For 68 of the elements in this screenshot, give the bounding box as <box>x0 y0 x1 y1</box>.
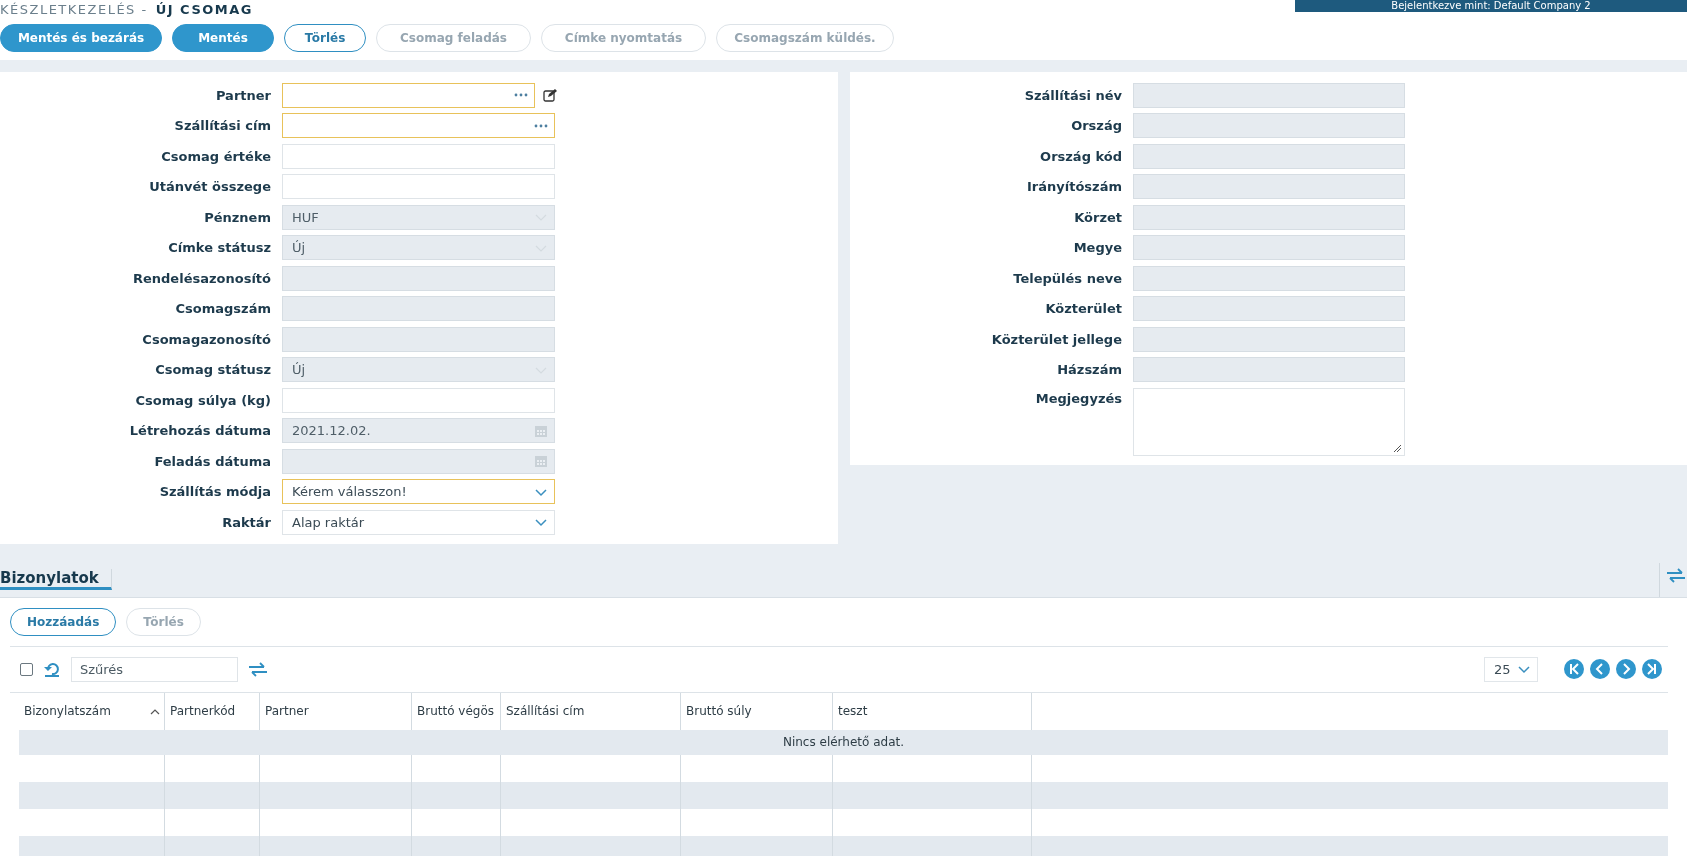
user-banner: Bejelentkezve mint: Default Company 2 <box>1295 0 1687 12</box>
field-label: Közterület jellege <box>990 331 1123 347</box>
field-label: Körzet <box>1073 209 1123 225</box>
calendar-icon <box>534 454 548 469</box>
calendar-icon <box>534 423 548 438</box>
column-header[interactable]: Bruttó végös <box>412 692 501 730</box>
toolbar-button[interactable]: Mentés <box>172 24 274 52</box>
lookup-field[interactable] <box>282 82 535 108</box>
empty-table-message: Nincs elérhető adat. <box>19 729 1668 755</box>
swap-arrows-icon[interactable] <box>248 660 268 678</box>
last-page-icon[interactable] <box>1642 659 1662 679</box>
field-label: Ország <box>1070 118 1123 134</box>
chevron-down-icon <box>1517 663 1531 675</box>
input-field[interactable] <box>282 174 555 200</box>
text-area[interactable] <box>1133 388 1405 456</box>
input-field[interactable] <box>282 143 555 169</box>
tab[interactable]: Bizonylatok <box>0 568 112 590</box>
field-label: Csomagazonosító <box>141 331 272 347</box>
field-label: Pénznem <box>203 209 272 225</box>
swap-arrows-icon[interactable] <box>1666 566 1686 584</box>
field-label: Szállítási cím <box>173 118 272 134</box>
column-header[interactable]: Partnerkód <box>165 692 260 730</box>
next-page-icon[interactable] <box>1616 659 1636 679</box>
field-label: Szállítás módja <box>158 484 272 500</box>
field-label: Címke státusz <box>167 240 272 256</box>
page-size-dropdown[interactable]: 25 <box>1484 656 1538 682</box>
field-label: Település neve <box>1012 270 1123 286</box>
field-label: Szállítási név <box>1023 87 1123 103</box>
field-label: Csomag értéke <box>160 148 272 164</box>
resize-handle-icon <box>1393 444 1401 452</box>
field-label: Csomag súlya (kg) <box>134 392 272 408</box>
toolbar-button[interactable]: Törlés <box>284 24 366 52</box>
page-title: ÚJ CSOMAG <box>155 2 253 17</box>
column-header[interactable]: Bruttó súly <box>681 692 833 730</box>
ellipsis-icon[interactable] <box>514 93 528 98</box>
first-page-icon[interactable] <box>1564 659 1584 679</box>
filter-field[interactable]: Szűrés <box>71 656 238 682</box>
column-header[interactable]: teszt <box>833 692 1032 730</box>
column-header[interactable]: Szállítási cím <box>501 692 681 730</box>
field-label: Megye <box>1072 240 1123 256</box>
ellipsis-icon[interactable] <box>534 123 548 128</box>
column-header[interactable]: Bizonylatszám <box>19 692 165 730</box>
input-field[interactable] <box>282 387 555 413</box>
grid-button[interactable]: Hozzáadás <box>10 607 117 636</box>
chevron-down-icon <box>534 516 548 529</box>
toolbar-button[interactable]: Mentés és bezárás <box>0 24 162 52</box>
field-label: Csomag státusz <box>154 362 272 378</box>
field-label: Raktár <box>221 514 272 530</box>
field-label: Feladás dátuma <box>153 453 272 469</box>
previous-page-icon[interactable] <box>1590 659 1610 679</box>
dropdown-field[interactable]: Kérem válasszon! <box>282 479 555 505</box>
field-label: Házszám <box>1056 362 1123 378</box>
field-label: Rendelésazonosító <box>132 270 272 286</box>
field-label: Megjegyzés <box>1034 390 1123 406</box>
field-label: Csomagszám <box>174 301 272 317</box>
dropdown-field[interactable]: Alap raktár <box>282 509 555 535</box>
select-all-checkbox[interactable] <box>20 662 33 676</box>
edit-icon[interactable] <box>543 88 557 103</box>
breadcrumb[interactable]: KÉSZLETKEZELÉS - <box>0 2 148 17</box>
field-label: Ország kód <box>1039 148 1123 164</box>
field-label: Partner <box>214 87 272 103</box>
field-label: Utánvét összege <box>148 179 272 195</box>
field-label: Létrehozás dátuma <box>128 423 272 439</box>
lookup-field[interactable] <box>282 113 555 139</box>
field-label: Irányítószám <box>1026 179 1123 195</box>
field-label: Közterület <box>1044 301 1123 317</box>
undo-icon[interactable] <box>43 661 61 677</box>
column-header[interactable]: Partner <box>260 692 412 730</box>
